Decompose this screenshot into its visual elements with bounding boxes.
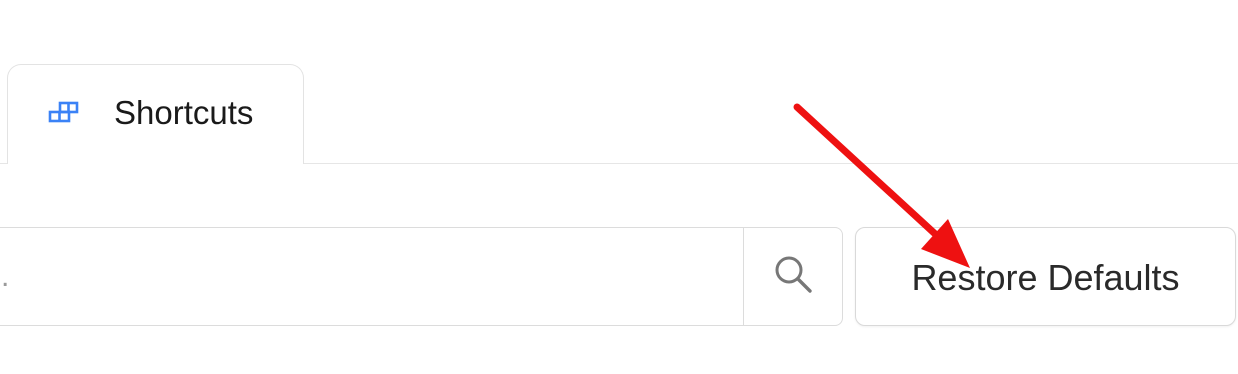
search-input[interactable] bbox=[0, 228, 723, 325]
search-button[interactable] bbox=[743, 228, 842, 325]
search-group bbox=[0, 227, 843, 326]
restore-defaults-button[interactable]: Restore Defaults bbox=[855, 227, 1236, 326]
tab-shortcuts[interactable]: Shortcuts bbox=[7, 64, 304, 164]
settings-panel: Shortcuts Restore Defaults bbox=[0, 0, 1238, 374]
tab-label: Shortcuts bbox=[114, 94, 254, 131]
search-icon bbox=[772, 253, 814, 300]
shortcuts-grid-icon bbox=[48, 101, 80, 125]
